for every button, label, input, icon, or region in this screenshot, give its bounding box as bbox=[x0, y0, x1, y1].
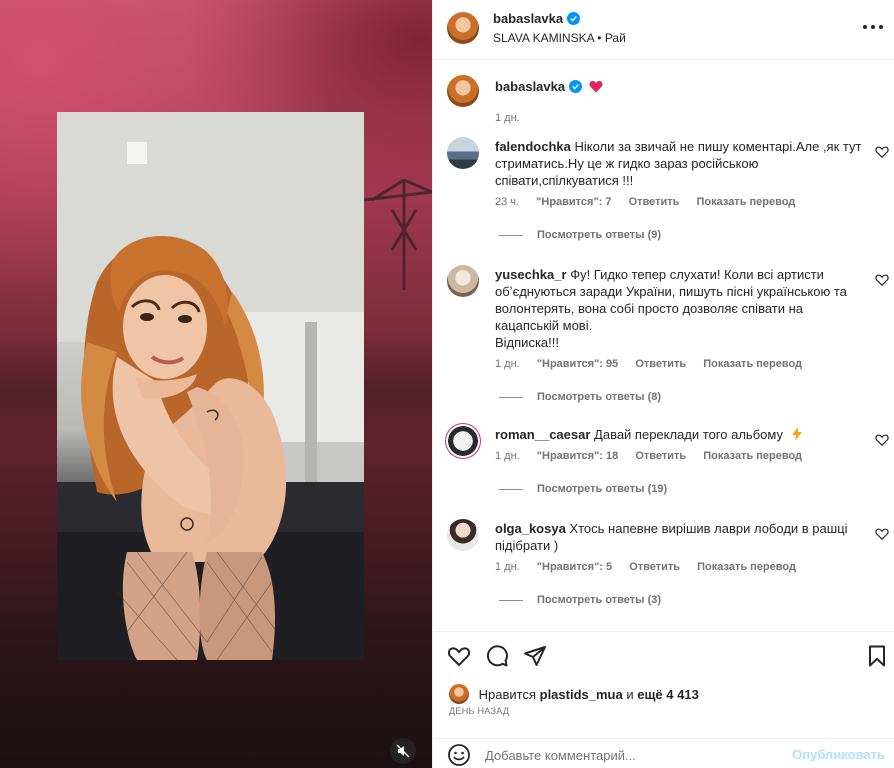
heart-outline-icon[interactable] bbox=[875, 433, 889, 447]
red-heart-emoji-icon bbox=[589, 80, 603, 93]
translate-button[interactable]: Показать перевод bbox=[696, 196, 795, 208]
comment-avatar[interactable] bbox=[447, 137, 479, 169]
heart-outline-icon[interactable] bbox=[875, 273, 889, 287]
comment-item: yusechka_r Фу! Гидко тепер слухати! Коли… bbox=[433, 265, 894, 405]
post-photo[interactable] bbox=[57, 112, 364, 660]
comment-time[interactable]: 23 ч. bbox=[495, 196, 519, 208]
comment-meta: 1 дн. "Нравится": 18 Ответить Показать п… bbox=[495, 450, 816, 462]
author-name-row: babaslavka bbox=[493, 11, 581, 26]
liker-username[interactable]: plastids_mua bbox=[540, 687, 623, 702]
translate-button[interactable]: Показать перевод bbox=[703, 450, 802, 462]
author-avatar[interactable] bbox=[447, 12, 479, 44]
comment-input[interactable] bbox=[485, 746, 785, 764]
verified-badge-icon bbox=[569, 80, 583, 93]
comment-time[interactable]: 1 дн. bbox=[495, 358, 520, 370]
more-horizontal-icon[interactable] bbox=[863, 25, 883, 31]
view-replies-label: Посмотреть ответы (3) bbox=[537, 594, 662, 606]
comment-avatar[interactable] bbox=[447, 519, 479, 551]
comment-body: Давай переклади того альбому bbox=[594, 427, 783, 442]
mute-button[interactable] bbox=[390, 738, 416, 764]
heart-outline-icon[interactable] bbox=[875, 145, 889, 159]
comment-text: falendochka Ніколи за звичай не пишу ком… bbox=[495, 138, 865, 189]
comment-avatar-story[interactable] bbox=[445, 423, 481, 459]
audio-artist-link[interactable]: SLAVA KAMINSKA bbox=[493, 31, 594, 45]
translate-button[interactable]: Показать перевод bbox=[703, 358, 802, 370]
author-username[interactable]: babaslavka bbox=[493, 11, 563, 26]
caption-meta: 1 дн. bbox=[495, 112, 534, 124]
comment-username[interactable]: roman__caesar bbox=[495, 427, 590, 442]
comment-likes[interactable]: "Нравится": 95 bbox=[537, 358, 618, 370]
comment-body-line2: Відписка!!! bbox=[495, 335, 559, 350]
view-replies-button[interactable]: Посмотреть ответы (19) bbox=[499, 483, 667, 495]
replies-line bbox=[499, 234, 523, 236]
comment-avatar[interactable] bbox=[447, 265, 479, 297]
comment-username[interactable]: olga_kosya bbox=[495, 521, 566, 536]
comment-meta: 1 дн. "Нравится": 5 Ответить Показать пе… bbox=[495, 561, 810, 573]
smiley-icon[interactable] bbox=[447, 743, 471, 767]
caption-username[interactable]: babaslavka bbox=[495, 79, 565, 94]
likes-count[interactable]: ещё 4 413 bbox=[637, 687, 699, 702]
reply-button[interactable]: Ответить bbox=[635, 450, 686, 462]
comment-likes[interactable]: "Нравится": 7 bbox=[536, 196, 611, 208]
post-header: babaslavka SLAVA KAMINSKA • Рай bbox=[433, 0, 894, 60]
heart-outline-icon[interactable] bbox=[875, 527, 889, 541]
audio-track-link[interactable]: Рай bbox=[605, 31, 626, 45]
post-media-panel[interactable] bbox=[0, 0, 432, 768]
comment-item: roman__caesar Давай переклади того альбо… bbox=[433, 423, 894, 505]
comment-meta: 23 ч. "Нравится": 7 Ответить Показать пе… bbox=[495, 196, 809, 208]
comment-likes[interactable]: "Нравится": 18 bbox=[537, 450, 618, 462]
comments-list[interactable]: babaslavka 1 дн. falendochka Ніколи за з… bbox=[433, 61, 894, 631]
portrait-illustration bbox=[57, 112, 364, 660]
heart-outline-icon[interactable] bbox=[447, 644, 471, 668]
comment-text: roman__caesar Давай переклади того альбо… bbox=[495, 426, 865, 443]
verified-badge-icon bbox=[567, 12, 581, 25]
comment-likes[interactable]: "Нравится": 5 bbox=[537, 561, 612, 573]
post-side-panel: babaslavka SLAVA KAMINSKA • Рай babaslav… bbox=[432, 0, 894, 768]
view-replies-button[interactable]: Посмотреть ответы (8) bbox=[499, 391, 661, 403]
replies-line bbox=[499, 599, 523, 601]
post-date[interactable]: ДЕНЬ НАЗАД bbox=[449, 706, 509, 716]
view-replies-label: Посмотреть ответы (19) bbox=[537, 483, 668, 495]
post-actions-bar bbox=[433, 631, 894, 677]
comment-time[interactable]: 1 дн. bbox=[495, 561, 520, 573]
caption-block: babaslavka 1 дн. bbox=[433, 73, 894, 124]
bookmark-icon[interactable] bbox=[865, 644, 889, 668]
liker-avatar[interactable] bbox=[449, 684, 469, 704]
publish-comment-button[interactable]: Опубликовать bbox=[792, 747, 885, 762]
likes-summary: Нравится plastids_mua и ещё 4 413 bbox=[449, 684, 699, 704]
comment-meta: 1 дн. "Нравится": 95 Ответить Показать п… bbox=[495, 358, 816, 370]
paper-plane-icon[interactable] bbox=[523, 644, 547, 668]
subtitle-separator: • bbox=[597, 31, 602, 45]
likes-prefix: Нравится bbox=[478, 687, 536, 702]
reply-button[interactable]: Ответить bbox=[629, 561, 680, 573]
caption-time[interactable]: 1 дн. bbox=[495, 112, 520, 124]
comment-item: olga_kosya Хтось напевне вирішив лаври л… bbox=[433, 519, 894, 619]
comment-time[interactable]: 1 дн. bbox=[495, 450, 520, 462]
speaker-muted-icon bbox=[396, 744, 410, 758]
high-voltage-emoji-icon bbox=[791, 427, 802, 441]
comment-item: falendochka Ніколи за звичай не пишу ком… bbox=[433, 137, 894, 247]
likes-middle: и bbox=[626, 687, 634, 702]
author-subtitle: SLAVA KAMINSKA • Рай bbox=[493, 31, 626, 45]
crane-silhouette bbox=[363, 178, 432, 290]
view-replies-button[interactable]: Посмотреть ответы (9) bbox=[499, 229, 661, 241]
comment-text: yusechka_r Фу! Гидко тепер слухати! Коли… bbox=[495, 266, 865, 351]
replies-line bbox=[499, 396, 523, 398]
comment-bubble-icon[interactable] bbox=[485, 644, 509, 668]
view-replies-label: Посмотреть ответы (8) bbox=[537, 391, 662, 403]
comment-username[interactable]: falendochka bbox=[495, 139, 571, 154]
caption-avatar[interactable] bbox=[447, 75, 479, 107]
view-replies-label: Посмотреть ответы (9) bbox=[537, 229, 662, 241]
comment-text: olga_kosya Хтось напевне вирішив лаври л… bbox=[495, 520, 865, 554]
comment-username[interactable]: yusechka_r bbox=[495, 267, 567, 282]
add-comment-bar: Опубликовать bbox=[433, 738, 894, 768]
caption-text-row: babaslavka bbox=[495, 78, 865, 95]
reply-button[interactable]: Ответить bbox=[635, 358, 686, 370]
reply-button[interactable]: Ответить bbox=[629, 196, 680, 208]
view-replies-button[interactable]: Посмотреть ответы (3) bbox=[499, 594, 661, 606]
replies-line bbox=[499, 488, 523, 490]
translate-button[interactable]: Показать перевод bbox=[697, 561, 796, 573]
